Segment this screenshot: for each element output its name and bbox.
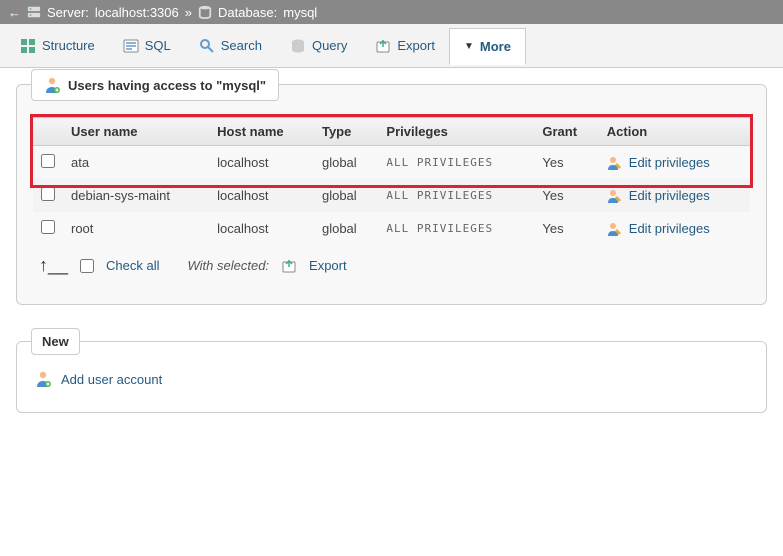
cell-type: global <box>314 212 378 245</box>
tab-query[interactable]: Query <box>276 28 361 64</box>
add-user-link[interactable]: Add user account <box>33 364 750 394</box>
users-table: User name Host name Type Privileges Gran… <box>33 117 750 245</box>
structure-icon <box>20 38 36 54</box>
tab-bar: Structure SQL Search Query Export ▼ More <box>0 24 783 68</box>
add-user-icon <box>35 370 51 388</box>
arrow-up-icon: ↑__ <box>39 255 68 276</box>
tab-export[interactable]: Export <box>361 28 449 64</box>
server-label: Server: <box>47 5 89 20</box>
panel-title: Users having access to "mysql" <box>31 69 279 101</box>
with-selected-label: With selected: <box>188 258 270 273</box>
edit-user-icon <box>607 188 623 204</box>
col-checkbox <box>33 118 63 146</box>
edit-user-icon <box>607 221 623 237</box>
cell-grant: Yes <box>534 179 598 212</box>
search-icon <box>199 38 215 54</box>
database-value[interactable]: mysql <box>283 5 317 20</box>
cell-user: ata <box>63 146 209 180</box>
col-host[interactable]: Host name <box>209 118 314 146</box>
tab-label: Query <box>312 38 347 53</box>
back-arrow[interactable]: ← <box>8 5 21 20</box>
export-icon <box>375 38 391 54</box>
edit-privileges-link[interactable]: Edit privileges <box>607 188 742 204</box>
check-all-link[interactable]: Check all <box>106 258 159 273</box>
bulk-action-row: ↑__ Check all With selected: Export <box>33 245 750 286</box>
cell-priv: ALL PRIVILEGES <box>378 146 534 180</box>
tab-sql[interactable]: SQL <box>109 28 185 64</box>
new-panel: New Add user account <box>16 341 767 413</box>
breadcrumb: ← Server: localhost:3306 » Database: mys… <box>0 0 783 24</box>
tab-more[interactable]: ▼ More <box>449 28 526 65</box>
server-icon <box>27 5 41 19</box>
panel-title-db: mysql <box>222 78 260 93</box>
check-all-checkbox[interactable] <box>80 259 94 273</box>
sql-icon <box>123 38 139 54</box>
cell-host: localhost <box>209 212 314 245</box>
database-label: Database: <box>218 5 277 20</box>
tab-label: SQL <box>145 38 171 53</box>
action-label: Edit privileges <box>629 221 710 236</box>
tab-search[interactable]: Search <box>185 28 276 64</box>
edit-privileges-link[interactable]: Edit privileges <box>607 155 742 171</box>
add-user-label: Add user account <box>61 372 162 387</box>
database-icon <box>198 5 212 19</box>
user-icon <box>44 76 60 94</box>
cell-user: root <box>63 212 209 245</box>
export-icon <box>281 258 297 274</box>
table-row: ata localhost global ALL PRIVILEGES Yes … <box>33 146 750 180</box>
tab-label: Search <box>221 38 262 53</box>
action-label: Edit privileges <box>629 155 710 170</box>
cell-priv: ALL PRIVILEGES <box>378 179 534 212</box>
col-type[interactable]: Type <box>314 118 378 146</box>
new-panel-title: New <box>31 328 80 355</box>
table-row: root localhost global ALL PRIVILEGES Yes… <box>33 212 750 245</box>
cell-user: debian-sys-maint <box>63 179 209 212</box>
row-checkbox[interactable] <box>41 187 55 201</box>
cell-priv: ALL PRIVILEGES <box>378 212 534 245</box>
cell-host: localhost <box>209 146 314 180</box>
tab-structure[interactable]: Structure <box>6 28 109 64</box>
tab-label: Structure <box>42 38 95 53</box>
tab-label: More <box>480 39 511 54</box>
users-panel: Users having access to "mysql" User name… <box>16 84 767 305</box>
edit-privileges-link[interactable]: Edit privileges <box>607 221 742 237</box>
col-action: Action <box>599 118 750 146</box>
row-checkbox[interactable] <box>41 220 55 234</box>
row-checkbox[interactable] <box>41 154 55 168</box>
export-selected-link[interactable]: Export <box>309 258 347 273</box>
cell-host: localhost <box>209 179 314 212</box>
table-row: debian-sys-maint localhost global ALL PR… <box>33 179 750 212</box>
server-value[interactable]: localhost:3306 <box>95 5 179 20</box>
edit-user-icon <box>607 155 623 171</box>
tab-label: Export <box>397 38 435 53</box>
panel-title-prefix: Users having access to " <box>68 78 222 93</box>
dropdown-icon: ▼ <box>464 41 474 52</box>
breadcrumb-separator: » <box>185 5 192 20</box>
col-user[interactable]: User name <box>63 118 209 146</box>
cell-type: global <box>314 146 378 180</box>
action-label: Edit privileges <box>629 188 710 203</box>
cell-type: global <box>314 179 378 212</box>
col-priv[interactable]: Privileges <box>378 118 534 146</box>
cell-grant: Yes <box>534 212 598 245</box>
col-grant[interactable]: Grant <box>534 118 598 146</box>
panel-title-suffix: " <box>260 78 266 93</box>
query-icon <box>290 38 306 54</box>
cell-grant: Yes <box>534 146 598 180</box>
